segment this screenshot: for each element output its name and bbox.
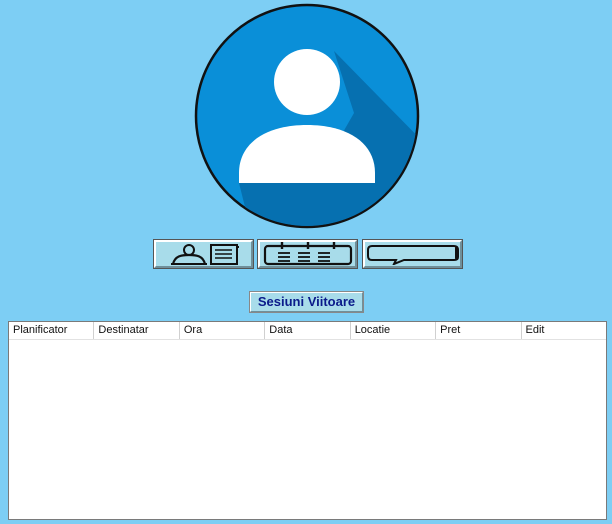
column-header-ora[interactable]: Ora (180, 322, 266, 339)
calendar-icon (263, 242, 352, 266)
table-header: Planificator Destinatar Ora Data Locatie… (9, 322, 606, 340)
profile-button[interactable] (153, 239, 254, 269)
column-header-data[interactable]: Data (265, 322, 351, 339)
column-header-destinatar[interactable]: Destinatar (94, 322, 180, 339)
contact-card-icon (170, 244, 239, 265)
chat-button[interactable] (362, 239, 463, 269)
column-header-locatie[interactable]: Locatie (351, 322, 437, 339)
table-body[interactable] (9, 340, 606, 519)
chat-bubble-icon (366, 245, 459, 265)
upcoming-sessions-label: Sesiuni Viitoare (249, 291, 364, 313)
column-header-edit[interactable]: Edit (522, 322, 606, 339)
user-avatar-icon (194, 3, 420, 229)
column-header-pret[interactable]: Pret (436, 322, 522, 339)
calendar-button[interactable] (257, 239, 358, 269)
sessions-table[interactable]: Planificator Destinatar Ora Data Locatie… (8, 321, 607, 520)
column-header-planificator[interactable]: Planificator (9, 322, 95, 339)
